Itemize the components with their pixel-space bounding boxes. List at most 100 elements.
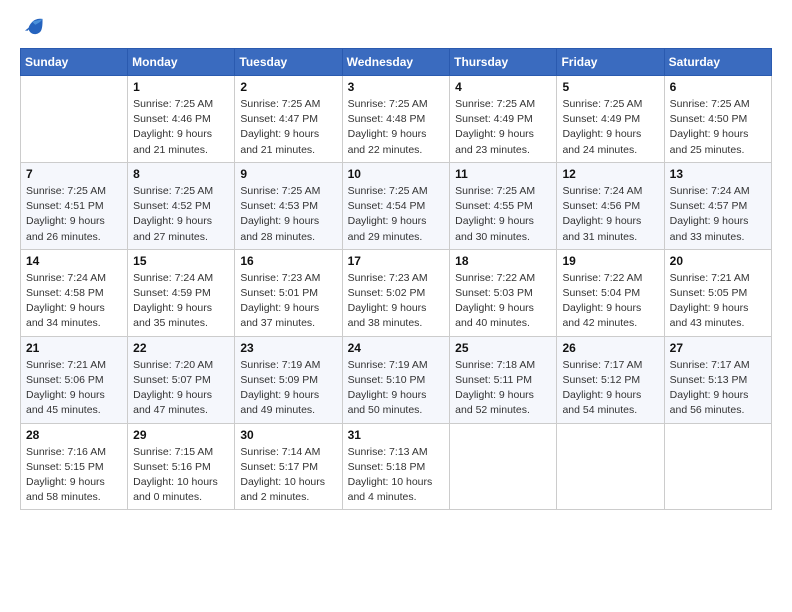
- day-info: Sunrise: 7:17 AMSunset: 5:12 PMDaylight:…: [562, 358, 658, 419]
- day-number: 27: [670, 341, 766, 355]
- day-info: Sunrise: 7:24 AMSunset: 4:58 PMDaylight:…: [26, 271, 122, 332]
- day-number: 29: [133, 428, 229, 442]
- day-info: Sunrise: 7:25 AMSunset: 4:50 PMDaylight:…: [670, 97, 766, 158]
- day-number: 25: [455, 341, 551, 355]
- logo: [20, 16, 44, 38]
- day-info: Sunrise: 7:23 AMSunset: 5:02 PMDaylight:…: [348, 271, 445, 332]
- day-number: 4: [455, 80, 551, 94]
- day-info: Sunrise: 7:25 AMSunset: 4:49 PMDaylight:…: [562, 97, 658, 158]
- calendar-cell: 18 Sunrise: 7:22 AMSunset: 5:03 PMDayligh…: [450, 249, 557, 336]
- day-number: 19: [562, 254, 658, 268]
- calendar-cell: 2 Sunrise: 7:25 AMSunset: 4:47 PMDaylight…: [235, 76, 342, 163]
- day-info: Sunrise: 7:24 AMSunset: 4:59 PMDaylight:…: [133, 271, 229, 332]
- calendar-cell: 20 Sunrise: 7:21 AMSunset: 5:05 PMDayligh…: [664, 249, 771, 336]
- calendar-cell: 5 Sunrise: 7:25 AMSunset: 4:49 PMDaylight…: [557, 76, 664, 163]
- calendar-cell: 24 Sunrise: 7:19 AMSunset: 5:10 PMDayligh…: [342, 336, 450, 423]
- day-number: 9: [240, 167, 336, 181]
- day-info: Sunrise: 7:25 AMSunset: 4:46 PMDaylight:…: [133, 97, 229, 158]
- day-info: Sunrise: 7:23 AMSunset: 5:01 PMDaylight:…: [240, 271, 336, 332]
- day-number: 5: [562, 80, 658, 94]
- day-info: Sunrise: 7:25 AMSunset: 4:52 PMDaylight:…: [133, 184, 229, 245]
- calendar-cell: 8Sunrise: 7:25 AMSunset: 4:52 PMDaylight…: [128, 162, 235, 249]
- calendar-cell: 31 Sunrise: 7:13 AMSunset: 5:18 PMDayligh…: [342, 423, 450, 510]
- day-number: 6: [670, 80, 766, 94]
- calendar-cell: 27 Sunrise: 7:17 AMSunset: 5:13 PMDayligh…: [664, 336, 771, 423]
- calendar-cell: [21, 76, 128, 163]
- day-info: Sunrise: 7:25 AMSunset: 4:47 PMDaylight:…: [240, 97, 336, 158]
- calendar-cell: 14 Sunrise: 7:24 AMSunset: 4:58 PMDayligh…: [21, 249, 128, 336]
- day-info: Sunrise: 7:25 AMSunset: 4:51 PMDaylight:…: [26, 184, 122, 245]
- day-number: 26: [562, 341, 658, 355]
- calendar-cell: 15 Sunrise: 7:24 AMSunset: 4:59 PMDayligh…: [128, 249, 235, 336]
- calendar-cell: 30 Sunrise: 7:14 AMSunset: 5:17 PMDayligh…: [235, 423, 342, 510]
- day-info: Sunrise: 7:25 AMSunset: 4:55 PMDaylight:…: [455, 184, 551, 245]
- calendar-cell: [557, 423, 664, 510]
- day-info: Sunrise: 7:18 AMSunset: 5:11 PMDaylight:…: [455, 358, 551, 419]
- calendar-cell: 6 Sunrise: 7:25 AMSunset: 4:50 PMDaylight…: [664, 76, 771, 163]
- calendar-cell: 16 Sunrise: 7:23 AMSunset: 5:01 PMDayligh…: [235, 249, 342, 336]
- day-info: Sunrise: 7:16 AMSunset: 5:15 PMDaylight:…: [26, 445, 122, 506]
- day-number: 22: [133, 341, 229, 355]
- day-info: Sunrise: 7:19 AMSunset: 5:09 PMDaylight:…: [240, 358, 336, 419]
- day-number: 11: [455, 167, 551, 181]
- calendar-cell: 11 Sunrise: 7:25 AMSunset: 4:55 PMDayligh…: [450, 162, 557, 249]
- day-info: Sunrise: 7:15 AMSunset: 5:16 PMDaylight:…: [133, 445, 229, 506]
- calendar-cell: 10 Sunrise: 7:25 AMSunset: 4:54 PMDayligh…: [342, 162, 450, 249]
- calendar-cell: 1 Sunrise: 7:25 AMSunset: 4:46 PMDaylight…: [128, 76, 235, 163]
- weekday-header-thursday: Thursday: [450, 49, 557, 76]
- day-info: Sunrise: 7:24 AMSunset: 4:57 PMDaylight:…: [670, 184, 766, 245]
- day-number: 24: [348, 341, 445, 355]
- calendar-cell: 28 Sunrise: 7:16 AMSunset: 5:15 PMDayligh…: [21, 423, 128, 510]
- calendar-table: SundayMondayTuesdayWednesdayThursdayFrid…: [20, 48, 772, 510]
- day-info: Sunrise: 7:13 AMSunset: 5:18 PMDaylight:…: [348, 445, 445, 506]
- calendar-cell: 26 Sunrise: 7:17 AMSunset: 5:12 PMDayligh…: [557, 336, 664, 423]
- day-info: Sunrise: 7:25 AMSunset: 4:53 PMDaylight:…: [240, 184, 336, 245]
- calendar-cell: 23 Sunrise: 7:19 AMSunset: 5:09 PMDayligh…: [235, 336, 342, 423]
- day-number: 14: [26, 254, 122, 268]
- day-info: Sunrise: 7:20 AMSunset: 5:07 PMDaylight:…: [133, 358, 229, 419]
- day-number: 20: [670, 254, 766, 268]
- day-info: Sunrise: 7:25 AMSunset: 4:54 PMDaylight:…: [348, 184, 445, 245]
- day-number: 10: [348, 167, 445, 181]
- day-number: 16: [240, 254, 336, 268]
- day-info: Sunrise: 7:17 AMSunset: 5:13 PMDaylight:…: [670, 358, 766, 419]
- calendar-cell: 25 Sunrise: 7:18 AMSunset: 5:11 PMDayligh…: [450, 336, 557, 423]
- weekday-header-tuesday: Tuesday: [235, 49, 342, 76]
- day-number: 18: [455, 254, 551, 268]
- calendar-cell: [664, 423, 771, 510]
- day-number: 17: [348, 254, 445, 268]
- calendar-cell: 3 Sunrise: 7:25 AMSunset: 4:48 PMDaylight…: [342, 76, 450, 163]
- day-number: 30: [240, 428, 336, 442]
- weekday-header-monday: Monday: [128, 49, 235, 76]
- weekday-header-friday: Friday: [557, 49, 664, 76]
- day-info: Sunrise: 7:14 AMSunset: 5:17 PMDaylight:…: [240, 445, 336, 506]
- weekday-header-wednesday: Wednesday: [342, 49, 450, 76]
- day-number: 13: [670, 167, 766, 181]
- day-info: Sunrise: 7:21 AMSunset: 5:05 PMDaylight:…: [670, 271, 766, 332]
- day-info: Sunrise: 7:25 AMSunset: 4:49 PMDaylight:…: [455, 97, 551, 158]
- day-number: 23: [240, 341, 336, 355]
- calendar-cell: 21Sunrise: 7:21 AMSunset: 5:06 PMDayligh…: [21, 336, 128, 423]
- day-info: Sunrise: 7:25 AMSunset: 4:48 PMDaylight:…: [348, 97, 445, 158]
- day-number: 31: [348, 428, 445, 442]
- day-number: 21: [26, 341, 122, 355]
- calendar-cell: 9 Sunrise: 7:25 AMSunset: 4:53 PMDaylight…: [235, 162, 342, 249]
- day-number: 2: [240, 80, 336, 94]
- day-number: 15: [133, 254, 229, 268]
- weekday-header-sunday: Sunday: [21, 49, 128, 76]
- day-info: Sunrise: 7:19 AMSunset: 5:10 PMDaylight:…: [348, 358, 445, 419]
- calendar-cell: 22 Sunrise: 7:20 AMSunset: 5:07 PMDayligh…: [128, 336, 235, 423]
- calendar-cell: 12 Sunrise: 7:24 AMSunset: 4:56 PMDayligh…: [557, 162, 664, 249]
- calendar-cell: [450, 423, 557, 510]
- day-info: Sunrise: 7:24 AMSunset: 4:56 PMDaylight:…: [562, 184, 658, 245]
- calendar-cell: 13 Sunrise: 7:24 AMSunset: 4:57 PMDayligh…: [664, 162, 771, 249]
- calendar-cell: 19Sunrise: 7:22 AMSunset: 5:04 PMDayligh…: [557, 249, 664, 336]
- calendar-cell: 4 Sunrise: 7:25 AMSunset: 4:49 PMDaylight…: [450, 76, 557, 163]
- calendar-cell: 17 Sunrise: 7:23 AMSunset: 5:02 PMDayligh…: [342, 249, 450, 336]
- day-number: 3: [348, 80, 445, 94]
- day-number: 28: [26, 428, 122, 442]
- day-number: 1: [133, 80, 229, 94]
- day-number: 12: [562, 167, 658, 181]
- weekday-header-saturday: Saturday: [664, 49, 771, 76]
- day-info: Sunrise: 7:22 AMSunset: 5:03 PMDaylight:…: [455, 271, 551, 332]
